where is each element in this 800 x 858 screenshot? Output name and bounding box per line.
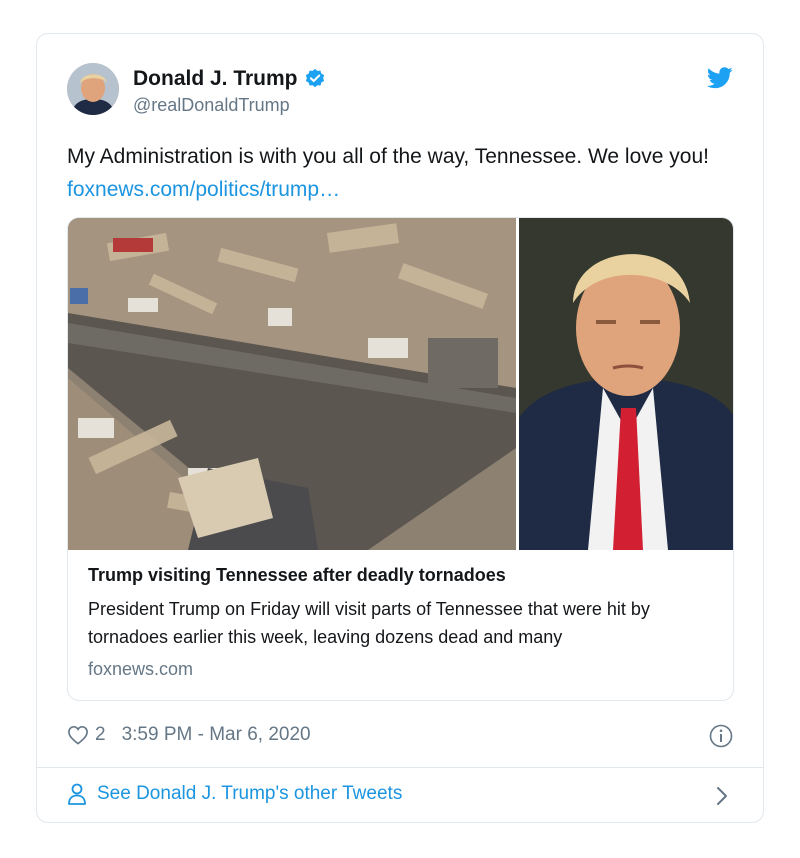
verified-badge-icon — [305, 68, 324, 88]
author-name-row[interactable]: Donald J. Trump — [133, 67, 326, 91]
chevron-right-icon[interactable] — [715, 785, 729, 807]
link-preview-domain: foxnews.com — [88, 659, 194, 679]
like-count[interactable]: 2 — [95, 724, 106, 746]
divider — [37, 767, 763, 768]
link-preview-description: President Trump on Friday will visit par… — [88, 599, 650, 647]
tweet-link[interactable]: foxnews.com/politics/trump… — [67, 178, 340, 201]
link-preview-body[interactable]: Trump visiting Tennessee after deadly to… — [88, 562, 713, 680]
see-other-tweets-label[interactable]: See Donald J. Trump's other Tweets — [97, 783, 402, 805]
link-preview-title[interactable]: Trump visiting Tennessee after deadly to… — [88, 562, 713, 588]
link-preview-image[interactable] — [68, 218, 733, 550]
tweet-card: Donald J. Trump @realDonaldTrump My Admi… — [36, 33, 764, 823]
tweet-timestamp[interactable]: 3:59 PM - Mar 6, 2020 — [122, 724, 311, 746]
person-icon — [68, 783, 86, 805]
author-handle[interactable]: @realDonaldTrump — [133, 95, 290, 116]
info-icon[interactable] — [709, 724, 733, 748]
tweet-body: My Administration is with you all of the… — [67, 145, 709, 168]
twitter-bird-icon[interactable] — [707, 67, 733, 89]
tweet-text: My Administration is with you all of the… — [67, 140, 747, 206]
link-preview-card[interactable]: Trump visiting Tennessee after deadly to… — [67, 217, 734, 701]
tweet-meta: 2 3:59 PM - Mar 6, 2020 — [67, 724, 311, 746]
see-other-tweets-link[interactable]: See Donald J. Trump's other Tweets — [67, 782, 402, 806]
heart-icon[interactable] — [67, 725, 89, 745]
author-name[interactable]: Donald J. Trump — [133, 67, 298, 91]
avatar[interactable] — [67, 63, 119, 115]
